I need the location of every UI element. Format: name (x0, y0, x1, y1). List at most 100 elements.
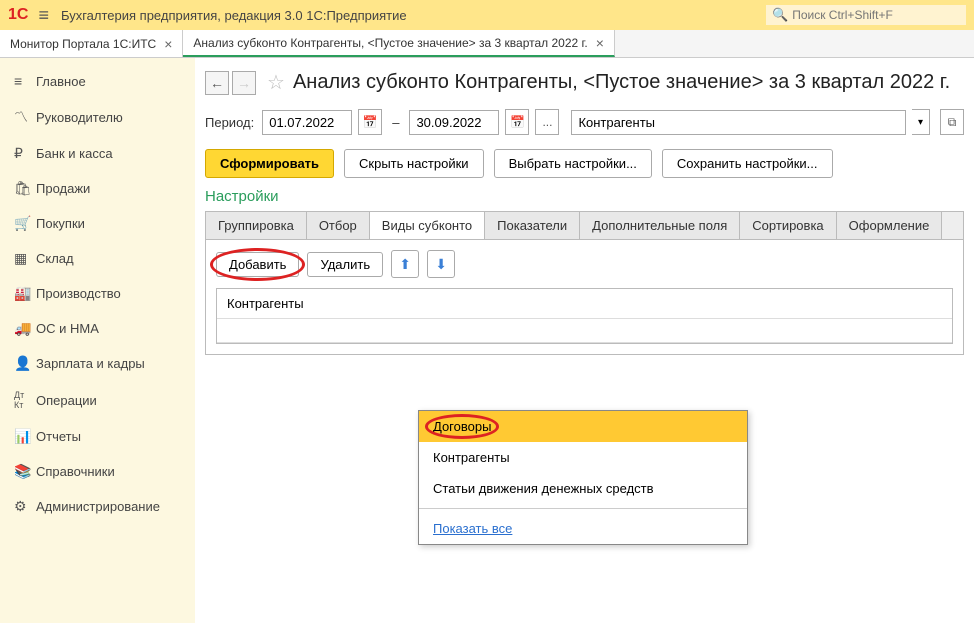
tab-grouping[interactable]: Группировка (206, 212, 307, 239)
choose-settings-button[interactable]: Выбрать настройки... (494, 149, 652, 178)
panel-actions: Добавить Удалить ⬆ ⬇ (216, 250, 953, 278)
date-from-input[interactable] (262, 110, 352, 135)
sidebar-item-label: Администрирование (36, 499, 160, 514)
favorite-icon[interactable]: ☆ (267, 70, 285, 95)
period-picker-button[interactable]: ... (535, 109, 559, 135)
subkonto-list: Контрагенты (216, 288, 953, 344)
calendar-to-button[interactable]: 📅 (505, 109, 529, 135)
period-row: Период: 📅 – 📅 ... ▾ ⧉ (205, 109, 964, 135)
sidebar-item-main[interactable]: ≡Главное (0, 64, 195, 98)
sidebar-item-label: Склад (36, 251, 74, 266)
sidebar-item-label: Справочники (36, 464, 115, 479)
tab-indicators[interactable]: Показатели (485, 212, 580, 239)
popout-button[interactable]: ⧉ (940, 109, 964, 135)
sidebar: ≡Главное 〽Руководителю ₽Банк и касса 🛍Пр… (0, 58, 195, 623)
close-icon[interactable]: × (596, 35, 604, 51)
list-input-row[interactable] (217, 319, 952, 343)
sidebar-item-assets[interactable]: 🚚ОС и НМА (0, 311, 195, 346)
dropdown-item-contracts[interactable]: Договоры (419, 411, 747, 442)
save-settings-button[interactable]: Сохранить настройки... (662, 149, 833, 178)
sidebar-item-label: Продажи (36, 181, 90, 196)
sidebar-item-hr[interactable]: 👤Зарплата и кадры (0, 346, 195, 381)
chart-icon: 〽 (14, 107, 36, 127)
sidebar-item-operations[interactable]: ДтКтОперации (0, 381, 195, 419)
gear-icon: ⚙ (14, 498, 36, 515)
subkonto-dropdown: Договоры Контрагенты Статьи движения ден… (418, 410, 748, 545)
sidebar-item-label: Отчеты (36, 429, 81, 444)
tab-label: Монитор Портала 1С:ИТС (10, 37, 156, 51)
dropdown-item-counterparties[interactable]: Контрагенты (419, 442, 747, 473)
date-to-input[interactable] (409, 110, 499, 135)
sidebar-item-sales[interactable]: 🛍Продажи (0, 171, 195, 206)
bars-icon: 📊 (14, 428, 36, 445)
nav-forward-button[interactable]: → (232, 71, 256, 95)
tab-label: Анализ субконто Контрагенты, <Пустое зна… (193, 36, 587, 50)
tab-filter[interactable]: Отбор (307, 212, 370, 239)
list-row[interactable]: Контрагенты (217, 289, 952, 319)
search-input[interactable] (792, 8, 960, 22)
tab-sorting[interactable]: Сортировка (740, 212, 836, 239)
page-title: Анализ субконто Контрагенты, <Пустое зна… (293, 71, 950, 94)
delete-button[interactable]: Удалить (307, 252, 383, 277)
sidebar-item-admin[interactable]: ⚙Администрирование (0, 489, 195, 524)
tab-analysis[interactable]: Анализ субконто Контрагенты, <Пустое зна… (183, 30, 615, 57)
app-logo: 1C (8, 6, 28, 24)
factory-icon: 🏭 (14, 285, 36, 302)
list-icon: ≡ (14, 73, 36, 89)
subkonto-dropdown-button[interactable]: ▾ (912, 109, 930, 135)
ruble-icon: ₽ (14, 145, 36, 162)
truck-icon: 🚚 (14, 320, 36, 337)
settings-title: Настройки (205, 188, 964, 205)
search-icon: 🔍 (772, 7, 788, 23)
sidebar-item-warehouse[interactable]: ▦Склад (0, 241, 195, 276)
setting-tabs: Группировка Отбор Виды субконто Показате… (205, 211, 964, 240)
tab-formatting[interactable]: Оформление (837, 212, 943, 239)
tab-subkonto-types[interactable]: Виды субконто (370, 212, 485, 239)
tabs-bar: Монитор Портала 1С:ИТС × Анализ субконто… (0, 30, 974, 58)
hide-settings-button[interactable]: Скрыть настройки (344, 149, 484, 178)
grid-icon: ▦ (14, 250, 36, 267)
sidebar-item-label: Банк и касса (36, 146, 113, 161)
sidebar-item-production[interactable]: 🏭Производство (0, 276, 195, 311)
sidebar-item-bank[interactable]: ₽Банк и касса (0, 136, 195, 171)
top-bar: 1C ≡ Бухгалтерия предприятия, редакция 3… (0, 0, 974, 30)
tab-extra-fields[interactable]: Дополнительные поля (580, 212, 740, 239)
books-icon: 📚 (14, 463, 36, 480)
tab-monitor[interactable]: Монитор Портала 1С:ИТС × (0, 30, 183, 57)
new-subkonto-input[interactable] (227, 323, 942, 338)
dtkt-icon: ДтКт (14, 390, 36, 410)
subkonto-input[interactable] (571, 110, 906, 135)
dropdown-item-cashflow[interactable]: Статьи движения денежных средств (419, 473, 747, 504)
search-box[interactable]: 🔍 (766, 5, 966, 25)
generate-button[interactable]: Сформировать (205, 149, 334, 178)
bag-icon: 🛍 (14, 180, 36, 197)
cart-icon: 🛒 (14, 215, 36, 232)
close-icon[interactable]: × (164, 36, 172, 52)
app-title: Бухгалтерия предприятия, редакция 3.0 1С… (61, 8, 766, 23)
main-menu-icon[interactable]: ≡ (38, 5, 49, 26)
sidebar-item-label: Зарплата и кадры (36, 356, 145, 371)
period-label: Период: (205, 115, 254, 130)
sidebar-item-label: Главное (36, 74, 86, 89)
sidebar-item-label: Операции (36, 393, 97, 408)
dash: – (392, 115, 399, 130)
person-icon: 👤 (14, 355, 36, 372)
content-header: ← → ☆ Анализ субконто Контрагенты, <Пуст… (205, 70, 964, 95)
action-row: Сформировать Скрыть настройки Выбрать на… (205, 149, 964, 178)
sidebar-item-purchases[interactable]: 🛒Покупки (0, 206, 195, 241)
sidebar-item-label: Производство (36, 286, 121, 301)
sidebar-item-label: Покупки (36, 216, 85, 231)
move-down-button[interactable]: ⬇ (427, 250, 455, 278)
settings-panel: Добавить Удалить ⬆ ⬇ Контрагенты (205, 240, 964, 355)
add-button[interactable]: Добавить (216, 252, 299, 277)
move-up-button[interactable]: ⬆ (391, 250, 419, 278)
dropdown-show-all-link[interactable]: Показать все (419, 513, 747, 544)
nav-back-button[interactable]: ← (205, 71, 229, 95)
calendar-from-button[interactable]: 📅 (358, 109, 382, 135)
sidebar-item-reports[interactable]: 📊Отчеты (0, 419, 195, 454)
sidebar-item-catalogs[interactable]: 📚Справочники (0, 454, 195, 489)
sidebar-item-label: Руководителю (36, 110, 123, 125)
content-area: ← → ☆ Анализ субконто Контрагенты, <Пуст… (195, 58, 974, 623)
sidebar-item-manager[interactable]: 〽Руководителю (0, 98, 195, 136)
dropdown-separator (419, 508, 747, 509)
